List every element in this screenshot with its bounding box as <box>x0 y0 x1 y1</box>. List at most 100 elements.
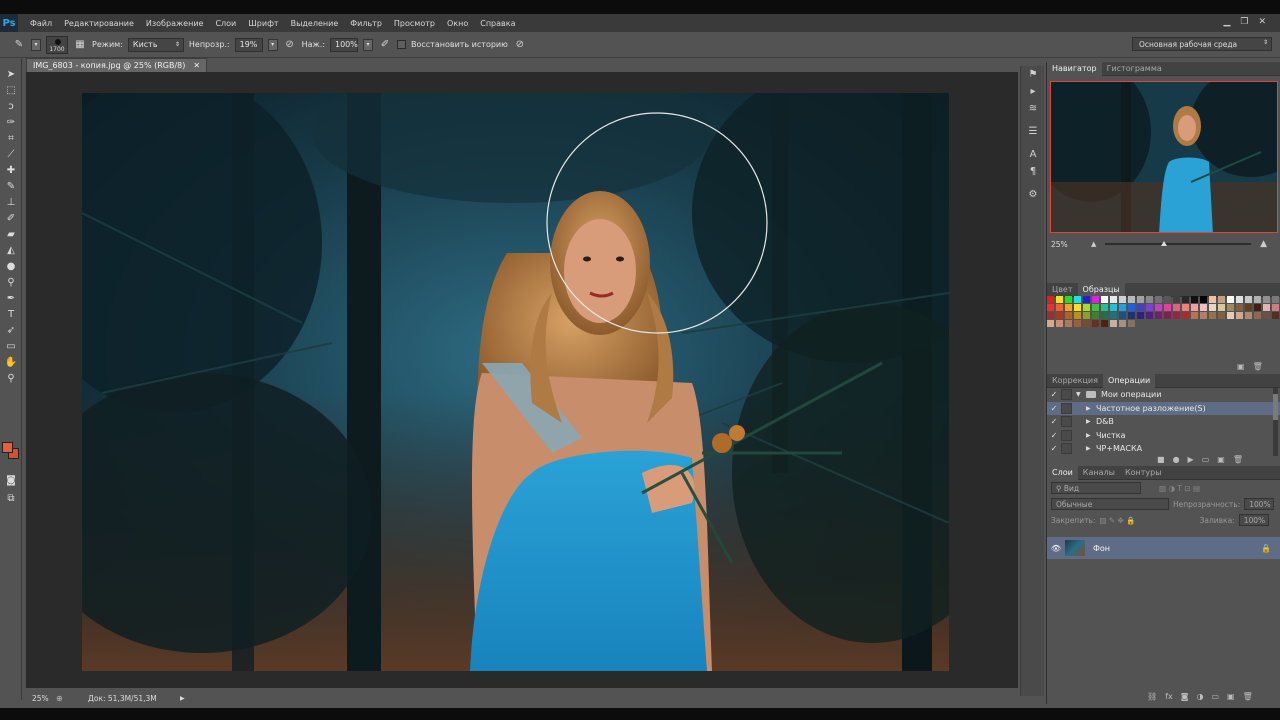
new-set-folder-icon[interactable]: ▭ <box>1202 455 1210 464</box>
color-swatch[interactable] <box>1182 304 1189 311</box>
adjustment-layer-icon[interactable]: ◑ <box>1196 692 1203 701</box>
color-swatch[interactable] <box>1173 304 1180 311</box>
menu-file[interactable]: Файл <box>24 19 58 28</box>
color-swatch[interactable] <box>1200 304 1207 311</box>
pressure-size-icon[interactable]: ⊘ <box>513 38 527 52</box>
menu-type[interactable]: Шрифт <box>242 19 284 28</box>
color-swatch[interactable] <box>1218 296 1225 303</box>
color-swatch[interactable] <box>1119 320 1126 327</box>
paragraph-panel-icon[interactable]: ¶ <box>1021 163 1045 180</box>
delete-layer-icon[interactable]: 🗑 <box>1243 692 1253 701</box>
close-icon[interactable]: ✕ <box>1258 17 1266 27</box>
action-enable-check-icon[interactable]: ✓ <box>1047 444 1061 453</box>
color-swatch[interactable] <box>1092 320 1099 327</box>
new-layer-icon[interactable]: ▣ <box>1227 692 1235 701</box>
zoom-out-icon[interactable]: ▲ <box>1091 240 1096 248</box>
color-swatch[interactable] <box>1146 312 1153 319</box>
brush-preset-picker[interactable]: 1700 <box>46 35 68 54</box>
add-mask-icon[interactable]: ◙ <box>1181 692 1189 701</box>
action-item[interactable]: ✓ ▶ ЧР+МАСКА <box>1047 442 1280 456</box>
color-swatch[interactable] <box>1074 304 1081 311</box>
color-swatch[interactable] <box>1092 312 1099 319</box>
expand-triangle-icon[interactable]: ▶ <box>1086 445 1096 452</box>
info-panel-icon[interactable]: ☰ <box>1021 123 1045 140</box>
color-swatch[interactable] <box>1110 304 1117 311</box>
color-swatch[interactable] <box>1227 312 1234 319</box>
color-swatch[interactable] <box>1191 304 1198 311</box>
path-selection-tool-icon[interactable]: ➶ <box>0 322 22 338</box>
lock-icons[interactable]: ▨ ✎ ✥ 🔒 <box>1099 516 1135 525</box>
action-enable-check-icon[interactable]: ✓ <box>1047 390 1061 399</box>
tab-adjustments[interactable]: Коррекция <box>1047 374 1103 388</box>
color-swatch[interactable] <box>1245 296 1252 303</box>
menu-image[interactable]: Изображение <box>140 19 210 28</box>
foreground-color-swatch[interactable] <box>2 442 13 453</box>
color-swatch[interactable] <box>1272 296 1279 303</box>
opacity-chevron-down-icon[interactable]: ▾ <box>267 38 278 51</box>
tab-swatches[interactable]: Образцы <box>1077 282 1125 297</box>
color-swatch[interactable] <box>1191 312 1198 319</box>
dialog-toggle-box[interactable] <box>1061 402 1072 414</box>
color-swatch[interactable] <box>1200 312 1207 319</box>
tab-layers[interactable]: Слои <box>1047 465 1078 480</box>
menu-select[interactable]: Выделение <box>285 19 345 28</box>
color-swatch[interactable] <box>1263 312 1270 319</box>
link-layers-icon[interactable]: ⛓ <box>1147 692 1157 701</box>
filter-icons[interactable]: ▨ ◑ T ⊡ ▤ <box>1159 484 1200 493</box>
color-swatch[interactable] <box>1254 304 1261 311</box>
brush-panel-icon[interactable]: ▦ <box>73 38 87 52</box>
menu-filter[interactable]: Фильтр <box>344 19 388 28</box>
color-swatch[interactable] <box>1146 304 1153 311</box>
actions-panel-icon[interactable]: ▸ <box>1021 83 1045 100</box>
color-swatch[interactable] <box>1146 296 1153 303</box>
color-swatch[interactable] <box>1155 304 1162 311</box>
navigator-preview[interactable] <box>1050 81 1278 233</box>
menu-view[interactable]: Просмотр <box>388 19 441 28</box>
color-swatch[interactable] <box>1227 304 1234 311</box>
color-swatch[interactable] <box>1209 296 1216 303</box>
tab-histogram[interactable]: Гистограмма <box>1102 62 1167 76</box>
color-swatch[interactable] <box>1254 296 1261 303</box>
character-panel-icon[interactable]: A <box>1021 146 1045 163</box>
dialog-toggle-box[interactable] <box>1061 389 1072 401</box>
play-icon[interactable]: ▶ <box>1188 455 1194 464</box>
document-tab[interactable]: IMG_6803 - копия.jpg @ 25% (RGB/8) ✕ <box>26 58 208 72</box>
color-swatch[interactable] <box>1227 296 1234 303</box>
tab-paths[interactable]: Контуры <box>1120 466 1167 480</box>
menu-help[interactable]: Справка <box>474 19 521 28</box>
color-swatch[interactable] <box>1119 304 1126 311</box>
color-swatch[interactable] <box>1254 312 1261 319</box>
expand-triangle-icon[interactable]: ▶ <box>1086 432 1096 439</box>
color-swatch[interactable] <box>1083 312 1090 319</box>
action-item[interactable]: ✓ ▶ Частотное разложение(S) <box>1047 401 1280 415</box>
expand-triangle-icon[interactable]: ▼ <box>1076 391 1086 398</box>
pressure-chevron-down-icon[interactable]: ▾ <box>362 38 373 51</box>
new-action-icon[interactable]: ▣ <box>1217 455 1225 464</box>
color-swatch[interactable] <box>1056 312 1063 319</box>
navigator-zoom-slider-handle[interactable] <box>1161 241 1167 246</box>
visibility-eye-icon[interactable]: 👁 <box>1047 544 1065 553</box>
color-swatch[interactable] <box>1263 296 1270 303</box>
color-swatch[interactable] <box>1236 312 1243 319</box>
action-enable-check-icon[interactable]: ✓ <box>1047 404 1061 413</box>
color-swatch[interactable] <box>1074 296 1081 303</box>
color-swatch[interactable] <box>1092 304 1099 311</box>
shape-tool-icon[interactable]: ▭ <box>0 338 22 354</box>
color-swatch[interactable] <box>1110 312 1117 319</box>
history-brush-tool-icon[interactable]: ✎ <box>12 38 26 52</box>
close-document-icon[interactable]: ✕ <box>193 61 200 70</box>
color-swatch[interactable] <box>1164 304 1171 311</box>
color-swatch[interactable] <box>1128 296 1135 303</box>
menu-layers[interactable]: Слои <box>209 19 242 28</box>
color-swatch[interactable] <box>1101 296 1108 303</box>
status-share-icon[interactable]: ⊕ <box>56 694 68 703</box>
hand-tool-icon[interactable]: ✋ <box>0 354 22 370</box>
color-swatch[interactable] <box>1083 304 1090 311</box>
color-swatch[interactable] <box>1074 320 1081 327</box>
color-swatch[interactable] <box>1065 320 1072 327</box>
color-swatch[interactable] <box>1182 312 1189 319</box>
color-swatch[interactable] <box>1047 296 1054 303</box>
photo-canvas[interactable] <box>82 93 949 671</box>
quick-selection-tool-icon[interactable]: ✑ <box>0 114 22 130</box>
eraser-tool-icon[interactable]: ▰ <box>0 226 22 242</box>
